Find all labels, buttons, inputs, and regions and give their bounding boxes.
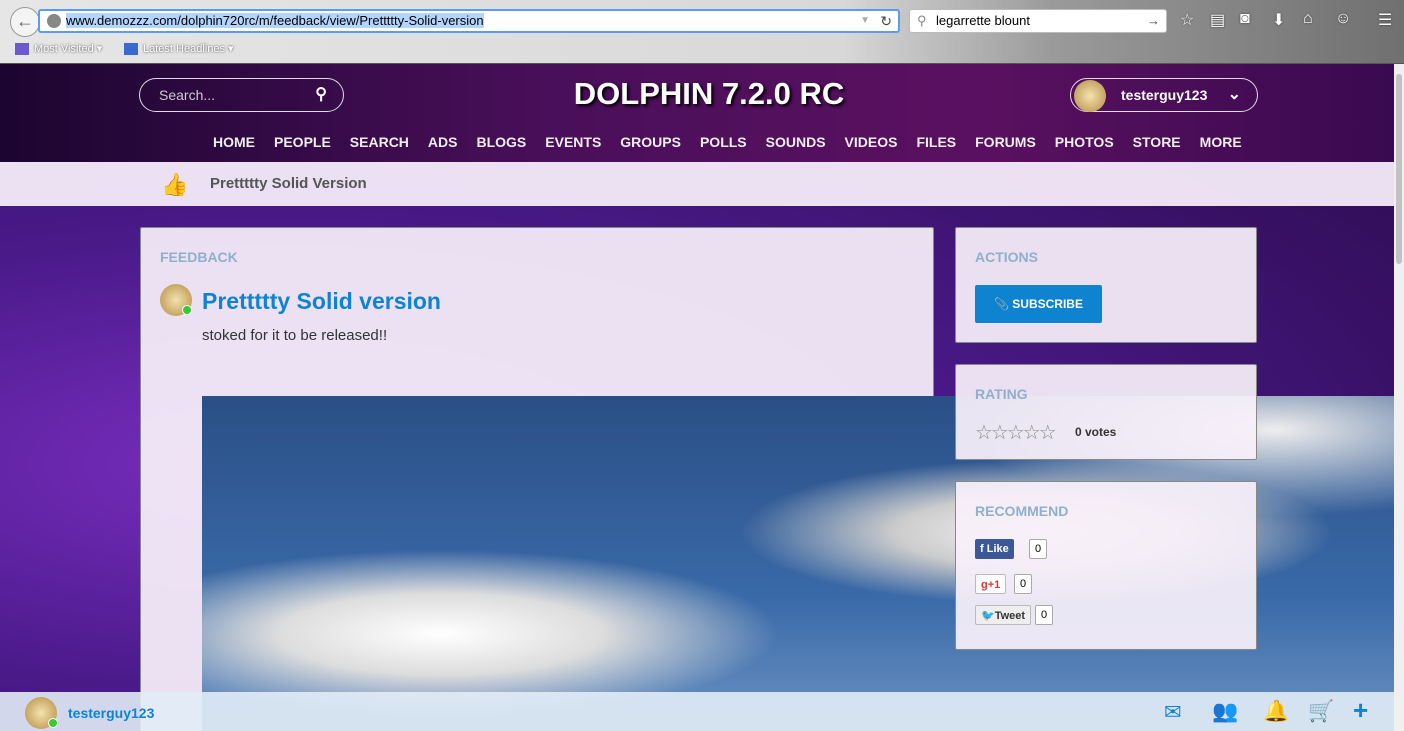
like-count: 0 [1029, 539, 1048, 559]
button-label: SUBSCRIBE [1012, 297, 1083, 311]
reading-list-icon[interactable]: ▤ [1210, 10, 1225, 30]
chevron-down-icon: ⌄ [1227, 86, 1241, 103]
bookmark-latest-headlines[interactable]: Latest Headlines ▾ [124, 42, 234, 56]
go-arrow-icon[interactable]: → [1147, 10, 1160, 32]
search-icon: ⚲ [917, 13, 927, 28]
twitter-icon: 🐦 [981, 610, 995, 622]
plus-one-label: +1 [987, 579, 1001, 591]
online-indicator [48, 718, 58, 728]
google-plus-icon: g [981, 579, 988, 591]
nav-more[interactable]: MORE [1200, 134, 1242, 150]
subscribe-button[interactable]: 📎 SUBSCRIBE [975, 285, 1102, 323]
post-body: stoked for it to be released!! [202, 327, 388, 344]
bookmark-label: Latest Headlines [143, 43, 225, 55]
post-title[interactable]: Prettttty Solid version [202, 288, 441, 315]
dropdown-icon[interactable]: ▼ [860, 11, 870, 31]
votes-count: 0 votes [1075, 425, 1117, 439]
nav-people[interactable]: PEOPLE [274, 134, 331, 150]
plus-icon[interactable]: + [1353, 695, 1368, 726]
like-label: Like [986, 543, 1009, 555]
download-icon[interactable]: ⬇ [1272, 10, 1285, 30]
tweet-label: Tweet [994, 610, 1026, 622]
nav-ads[interactable]: ADS [428, 134, 458, 150]
rss-icon [124, 43, 138, 56]
folder-icon [15, 43, 29, 56]
footer-username[interactable]: testerguy123 [68, 705, 154, 721]
scrollbar[interactable] [1394, 64, 1404, 731]
plus-one-count: 0 [1014, 574, 1033, 594]
search-value: legarrette blount [936, 13, 1030, 28]
nav-store[interactable]: STORE [1133, 134, 1181, 150]
nav-groups[interactable]: GROUPS [620, 134, 681, 150]
nav-polls[interactable]: POLLS [700, 134, 747, 150]
bottom-bar: testerguy123 ✉ 👥 🔔 🛒 + [0, 692, 1394, 731]
thumbs-up-icon: 👍 [161, 172, 189, 197]
username: testerguy123 [1121, 87, 1208, 103]
url-bar[interactable]: www.demozzz.com/dolphin720rc/m/feedback/… [38, 9, 900, 33]
reload-icon[interactable]: ↻ [880, 11, 892, 31]
back-button[interactable]: ← [10, 7, 40, 37]
menu-icon[interactable]: ☰ [1378, 10, 1392, 30]
site-header: Search... ⚲ DOLPHIN 7.2.0 RC testerguy123… [0, 64, 1394, 162]
paperclip-icon: 📎 [994, 297, 1013, 311]
cart-icon[interactable]: 🛒 [1308, 700, 1334, 724]
bookmark-most-visited[interactable]: Most Visited ▾ [15, 42, 102, 56]
nav-photos[interactable]: PHOTOS [1055, 134, 1114, 150]
url-text: www.demozzz.com/dolphin720rc/m/feedback/… [66, 13, 484, 28]
nav-home[interactable]: HOME [213, 134, 255, 150]
browser-toolbar: ← www.demozzz.com/dolphin720rc/m/feedbac… [0, 0, 1404, 64]
scrollbar-thumb[interactable] [1396, 74, 1402, 264]
nav-search[interactable]: SEARCH [350, 134, 409, 150]
home-icon[interactable]: ⌂ [1303, 10, 1313, 28]
smiley-icon[interactable]: ☺ [1335, 10, 1351, 28]
nav-sounds[interactable]: SOUNDS [766, 134, 826, 150]
card-title: ACTIONS [975, 249, 1038, 265]
mail-icon[interactable]: ✉ [1164, 700, 1182, 725]
globe-icon [47, 14, 61, 28]
tweet-count: 0 [1035, 605, 1054, 625]
pocket-icon[interactable]: ◙ [1240, 10, 1250, 28]
nav-events[interactable]: EVENTS [545, 134, 601, 150]
avatar [1074, 80, 1106, 112]
main-nav: HOME PEOPLE SEARCH ADS BLOGS EVENTS GROUPS POLL… [213, 134, 1261, 150]
nav-blogs[interactable]: BLOGS [476, 134, 526, 150]
friends-icon[interactable]: 👥 [1212, 700, 1238, 724]
online-indicator [182, 305, 192, 315]
facebook-like-button[interactable]: f Like [975, 539, 1014, 559]
nav-forums[interactable]: FORUMS [975, 134, 1036, 150]
nav-files[interactable]: FILES [916, 134, 956, 150]
tweet-button[interactable]: 🐦Tweet [975, 605, 1032, 625]
page: Search... ⚲ DOLPHIN 7.2.0 RC testerguy123… [0, 64, 1394, 731]
rating-stars[interactable]: ☆☆☆☆☆ [975, 420, 1057, 445]
page-subheader: 👍 Prettttty Solid Version [0, 162, 1394, 206]
recommend-card: RECOMMEND f Like 0 g+1 0 🐦Tweet 0 [955, 481, 1257, 650]
actions-card: ACTIONS 📎 SUBSCRIBE [955, 227, 1257, 343]
bell-icon[interactable]: 🔔 [1263, 700, 1289, 724]
card-title: RATING [975, 386, 1028, 402]
card-title: RECOMMEND [975, 503, 1069, 519]
browser-search-input[interactable]: ⚲ legarrette blount → [909, 9, 1167, 33]
page-title: Prettttty Solid Version [210, 175, 367, 192]
bookmark-label: Most Visited [34, 43, 94, 55]
google-plus-button[interactable]: g+1 [975, 574, 1007, 594]
nav-videos[interactable]: VIDEOS [845, 134, 898, 150]
section-label: FEEDBACK [160, 249, 238, 265]
facebook-icon: f [980, 543, 987, 555]
rating-card: RATING ☆☆☆☆☆ 0 votes [955, 364, 1257, 460]
bookmark-star-icon[interactable]: ☆ [1180, 10, 1194, 30]
user-menu[interactable]: testerguy123 ⌄ [1070, 78, 1258, 112]
